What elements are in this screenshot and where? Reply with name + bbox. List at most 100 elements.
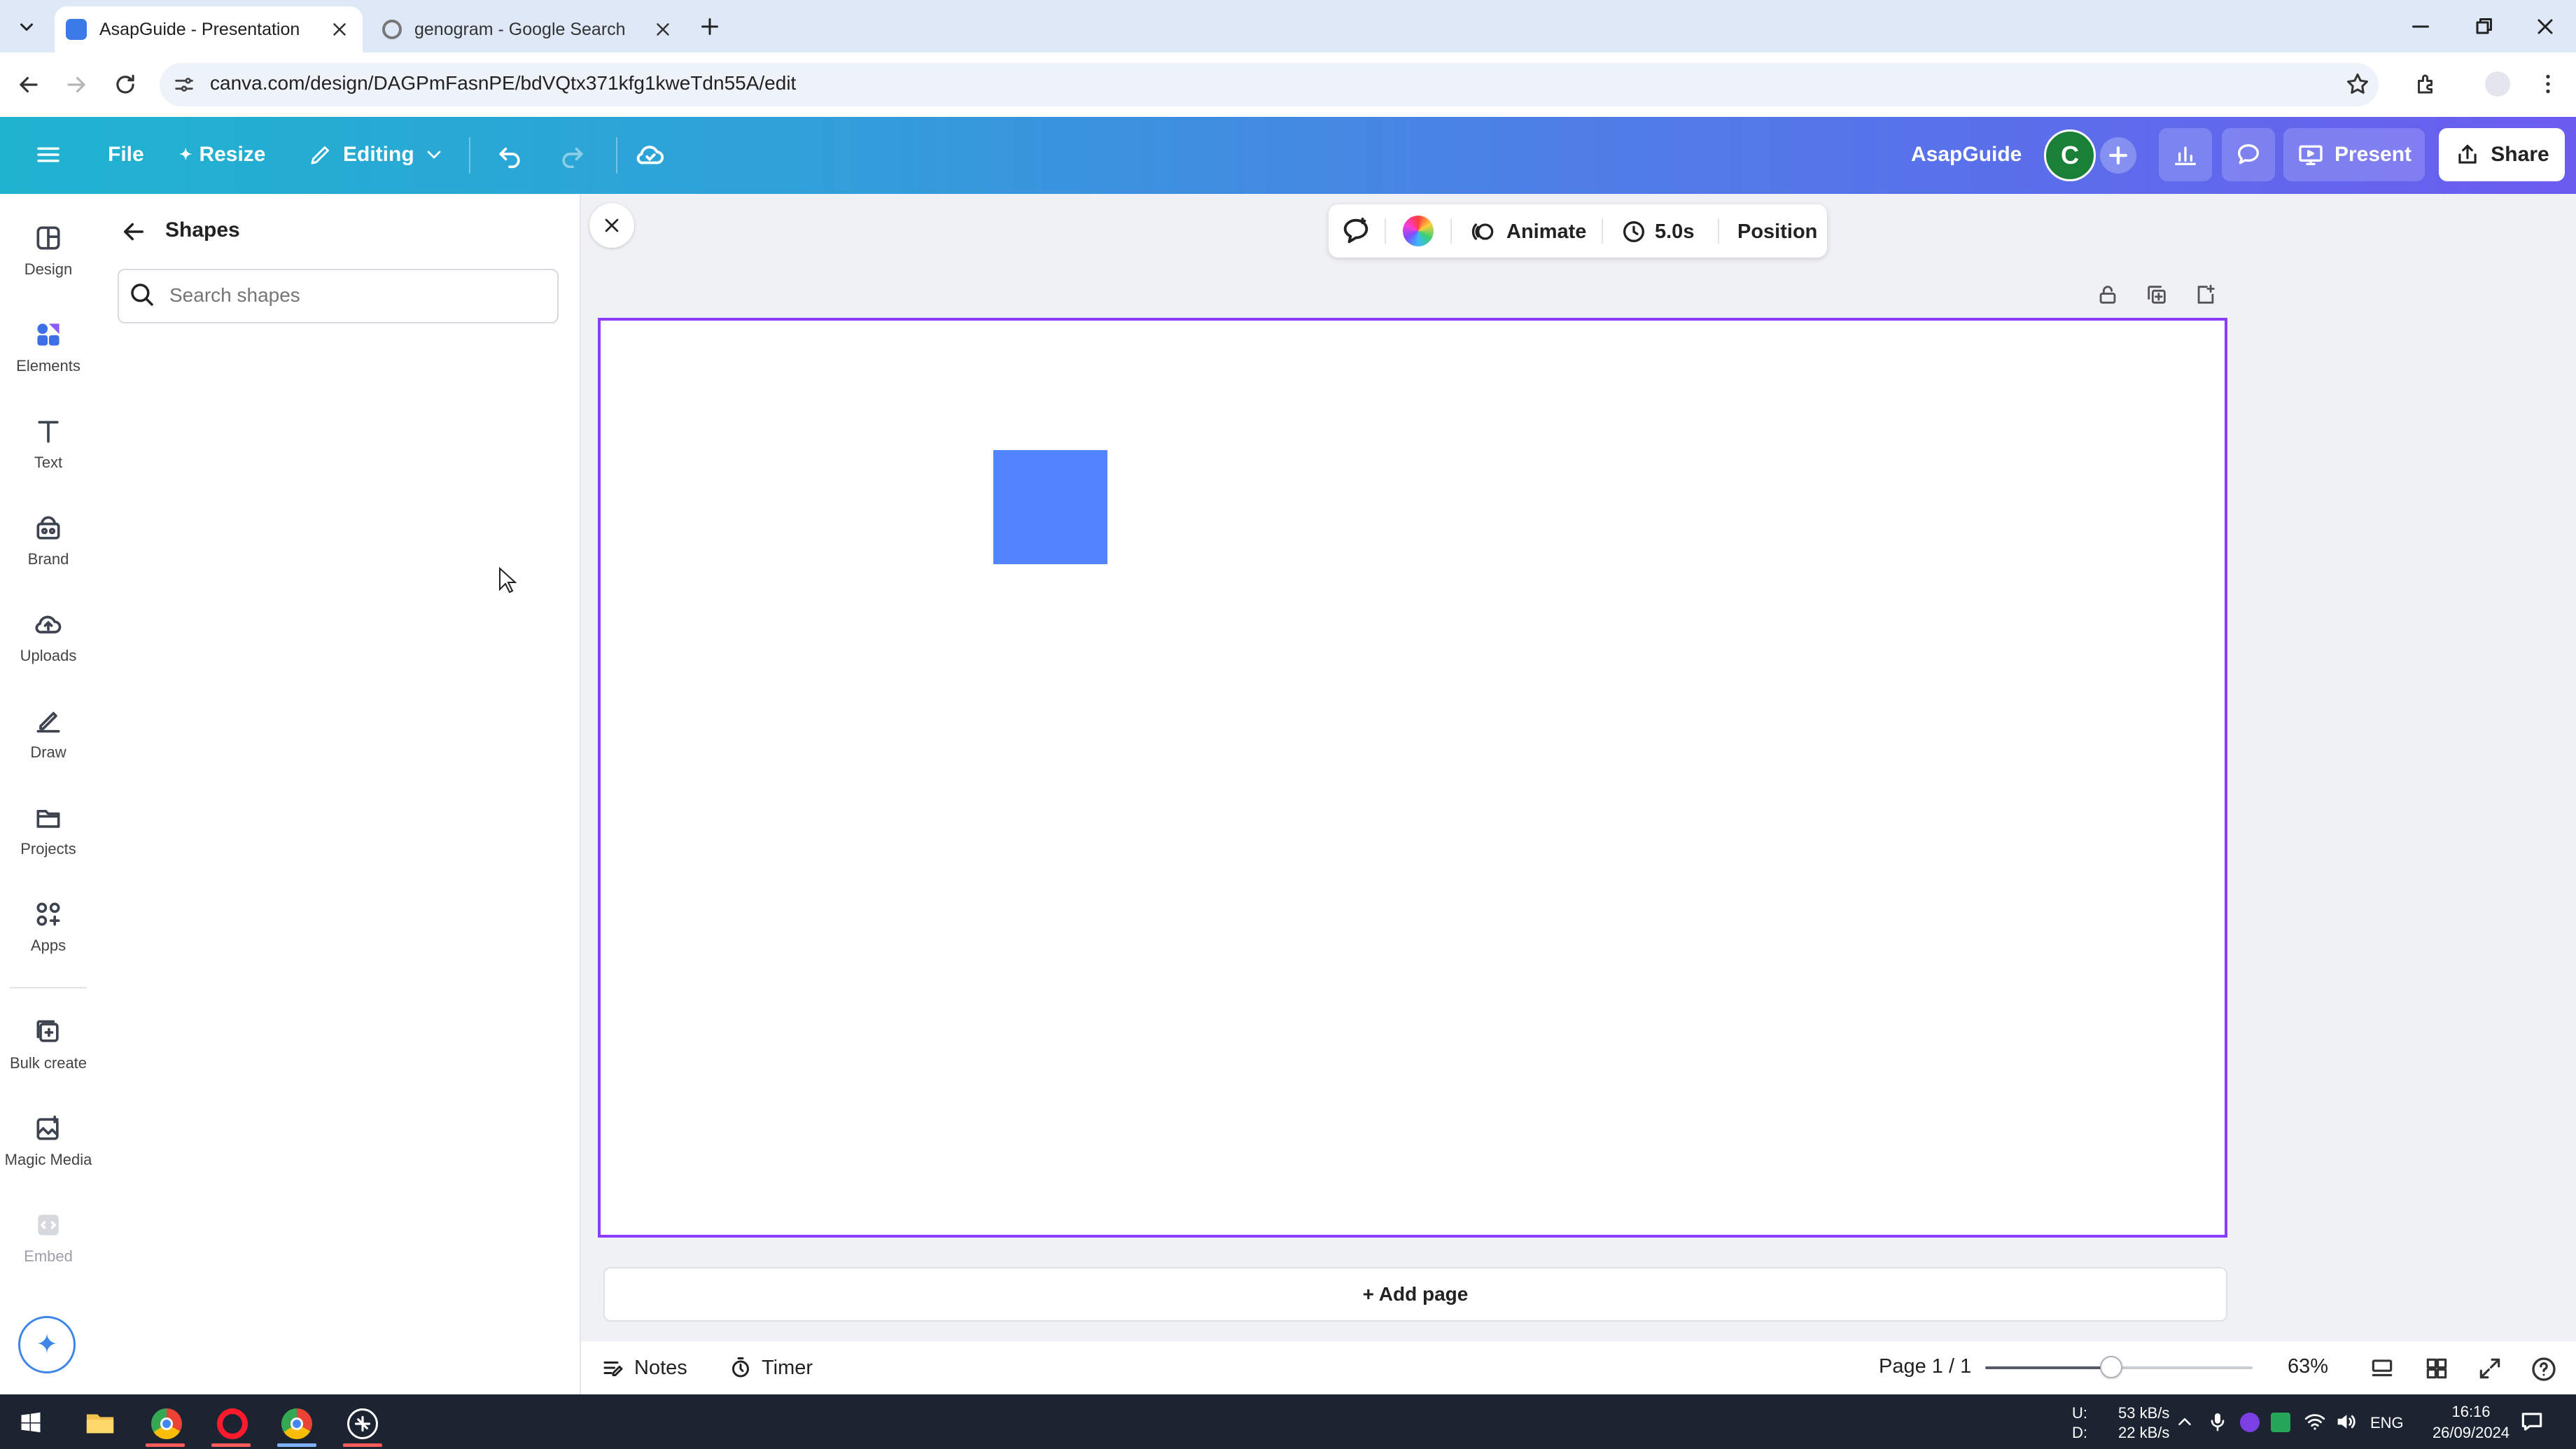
close-window-icon[interactable] <box>2533 14 2558 39</box>
tab-list-button[interactable] <box>14 14 39 39</box>
clock-time[interactable]: 16:16 <box>2436 1403 2506 1421</box>
sidebar-item-apps[interactable]: Apps <box>0 899 97 955</box>
close-tab-icon[interactable] <box>652 19 673 40</box>
zoom-slider-fill <box>1985 1366 2111 1369</box>
browser-menu-icon[interactable] <box>2535 71 2561 97</box>
windows-start-icon[interactable] <box>18 1410 43 1435</box>
insights-button[interactable] <box>2159 128 2212 181</box>
editing-mode-button[interactable]: Editing <box>308 140 445 169</box>
file-menu-button[interactable]: File <box>108 140 144 169</box>
volume-icon[interactable] <box>2334 1410 2358 1434</box>
sidebar-item-brand[interactable]: Brand <box>0 512 97 568</box>
screen-recorder-icon[interactable] <box>347 1408 378 1439</box>
page-view-icon[interactable] <box>2369 1355 2395 1382</box>
duration-button[interactable]: 5.0s <box>1620 217 1694 246</box>
sparkle-icon: ✦ <box>36 1330 58 1359</box>
sidebar-item-label: Apps <box>30 937 66 954</box>
extensions-icon[interactable] <box>2414 71 2439 97</box>
resize-button[interactable]: ✦ Resize <box>179 140 266 169</box>
tray-app-icon[interactable] <box>2271 1413 2290 1432</box>
add-page-button[interactable]: + Add page <box>603 1267 2227 1322</box>
animate-button[interactable]: Animate <box>1470 217 1586 246</box>
tab-asapguide-presentation[interactable]: AsapGuide - Presentation <box>55 6 363 52</box>
undo-button[interactable] <box>494 139 525 169</box>
cloud-saved-icon[interactable] <box>634 139 666 171</box>
share-button[interactable]: Share <box>2439 128 2565 181</box>
sidebar-item-elements[interactable]: Elements <box>0 319 97 375</box>
sidebar-item-magic-media[interactable]: Magic Media <box>0 1113 97 1169</box>
new-tab-button[interactable] <box>697 14 722 39</box>
duplicate-page-icon[interactable] <box>2145 283 2169 307</box>
sidebar-item-uploads[interactable]: Uploads <box>0 609 97 665</box>
opera-icon[interactable] <box>217 1408 248 1439</box>
clock-icon <box>1620 218 1648 246</box>
timer-button[interactable]: Timer <box>728 1355 813 1380</box>
close-tab-icon[interactable] <box>329 19 350 40</box>
redo-button[interactable] <box>557 139 588 169</box>
minimize-window-icon[interactable] <box>2408 14 2433 39</box>
notifications-icon[interactable] <box>2519 1408 2545 1435</box>
microphone-icon[interactable] <box>2206 1410 2229 1434</box>
chevron-up-icon[interactable] <box>2174 1411 2195 1432</box>
search-shapes-input[interactable] <box>168 276 549 314</box>
team-name[interactable]: AsapGuide <box>1911 140 2022 169</box>
add-page-icon[interactable] <box>2194 283 2218 307</box>
add-collaborator-button[interactable] <box>2100 137 2136 174</box>
grid-view-icon[interactable] <box>2423 1355 2450 1382</box>
share-upload-icon <box>2454 141 2481 168</box>
net-down-label: D: <box>2072 1424 2087 1441</box>
close-panel-button[interactable] <box>589 203 634 248</box>
magic-assistant-button[interactable]: ✦ <box>18 1316 76 1373</box>
toolbar-divider <box>1718 218 1719 244</box>
present-button[interactable]: Present <box>2283 128 2425 181</box>
user-avatar[interactable]: C <box>2044 130 2096 181</box>
fullscreen-icon[interactable] <box>2477 1355 2503 1382</box>
profile-avatar[interactable] <box>2485 71 2510 97</box>
editing-label: Editing <box>343 143 414 166</box>
mouse-cursor <box>498 567 517 594</box>
tab-genogram-search[interactable]: genogram - Google Search <box>371 6 686 52</box>
back-arrow-icon[interactable] <box>15 71 42 98</box>
sidebar-item-embed[interactable]: Embed <box>0 1210 97 1266</box>
back-arrow-icon[interactable] <box>119 217 148 246</box>
sidebar-item-projects[interactable]: Projects <box>0 802 97 858</box>
avatar-letter: C <box>2061 141 2079 169</box>
main-menu-icon[interactable] <box>34 140 63 169</box>
ai-edit-button[interactable] <box>1340 215 1372 247</box>
sidebar-item-label: Draw <box>30 743 66 761</box>
chrome-icon[interactable] <box>151 1408 182 1439</box>
reload-icon[interactable] <box>112 71 139 98</box>
page-indicator[interactable]: Page 1 / 1 <box>1879 1355 1971 1378</box>
site-info-icon[interactable] <box>172 73 196 97</box>
clock-date[interactable]: 26/09/2024 <box>2421 1424 2521 1442</box>
lock-page-icon[interactable] <box>2096 283 2120 307</box>
notes-icon <box>601 1355 626 1380</box>
tray-app-icon[interactable] <box>2240 1413 2260 1432</box>
brand-icon <box>33 512 64 543</box>
file-explorer-icon[interactable] <box>84 1408 116 1436</box>
help-icon[interactable] <box>2530 1355 2558 1383</box>
restore-window-icon[interactable] <box>2471 14 2496 39</box>
net-up-speed: 53 kB/s <box>2118 1404 2170 1422</box>
square-shape[interactable] <box>993 450 1107 564</box>
sidebar-item-text[interactable]: Text <box>0 416 97 472</box>
sidebar-item-draw[interactable]: Draw <box>0 706 97 762</box>
forward-arrow-icon[interactable] <box>63 71 90 98</box>
timer-label: Timer <box>762 1356 813 1379</box>
input-language[interactable]: ENG <box>2370 1414 2404 1432</box>
zoom-level[interactable]: 63% <box>2288 1355 2328 1378</box>
bookmark-star-icon[interactable] <box>2345 71 2370 97</box>
position-button[interactable]: Position <box>1737 217 1817 246</box>
add-page-label: + Add page <box>1362 1283 1469 1305</box>
chrome-active-icon[interactable] <box>281 1408 312 1439</box>
sidebar-item-label: Text <box>34 454 63 471</box>
design-canvas[interactable] <box>598 318 2227 1238</box>
sidebar-item-design[interactable]: Design <box>0 223 97 279</box>
sidebar-item-bulk-create[interactable]: Bulk create <box>0 1016 97 1072</box>
google-tab-icon <box>382 20 402 39</box>
notes-button[interactable]: Notes <box>601 1355 687 1380</box>
zoom-slider-handle[interactable] <box>2100 1356 2122 1378</box>
color-picker-button[interactable] <box>1403 216 1434 246</box>
comments-button[interactable] <box>2222 128 2275 181</box>
wifi-icon[interactable] <box>2303 1410 2327 1434</box>
